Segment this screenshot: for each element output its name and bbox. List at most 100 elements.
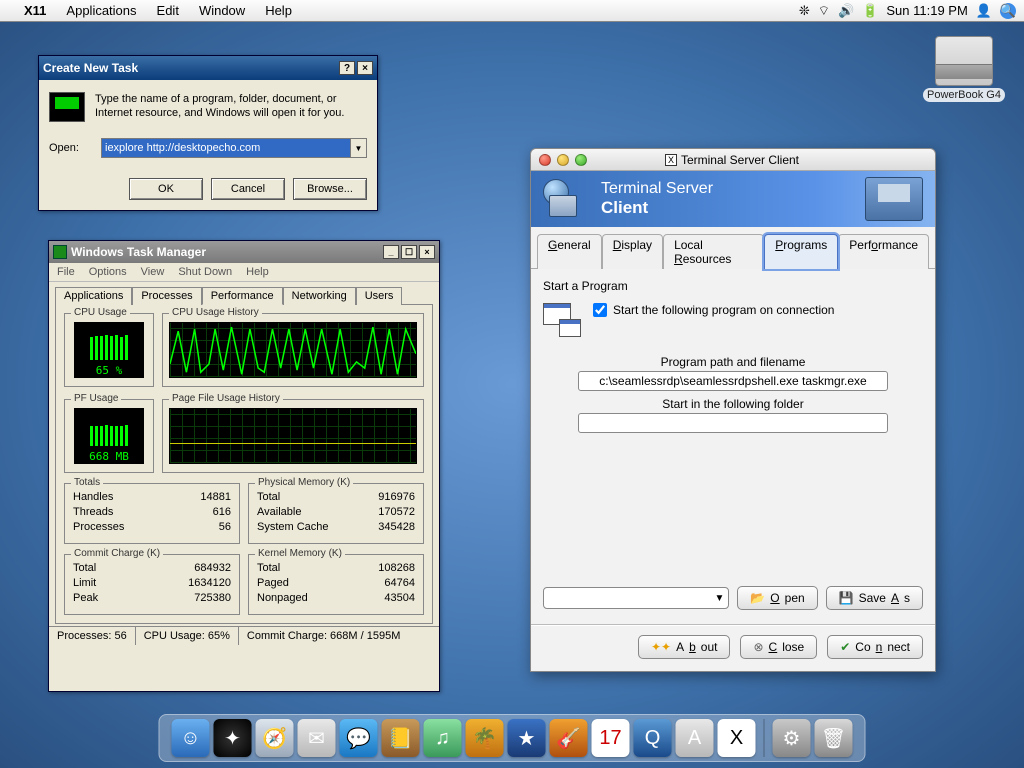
dock-iphoto[interactable]: 🌴 xyxy=(466,719,504,757)
menu-applications[interactable]: Applications xyxy=(56,3,146,18)
save-as-button[interactable]: 💾Save As xyxy=(826,586,923,610)
dock-mail[interactable]: ✉ xyxy=(298,719,336,757)
ts-tab-eneral[interactable]: General xyxy=(537,234,602,269)
bluetooth-icon[interactable]: ❊ xyxy=(799,3,810,19)
browse-button[interactable]: Browse... xyxy=(293,178,367,200)
ts-tab-isplay[interactable]: Display xyxy=(602,234,663,269)
start-program-checkbox[interactable]: Start the following program on connectio… xyxy=(593,303,834,317)
wifi-icon[interactable]: ⌔ xyxy=(818,3,830,19)
minimize-button[interactable]: _ xyxy=(383,245,399,259)
dock-imovie[interactable]: ★ xyxy=(508,719,546,757)
tm-menu-shutdown[interactable]: Shut Down xyxy=(178,266,232,278)
pf-usage-box: PF Usage 668 MB xyxy=(64,399,154,473)
tm-title: Windows Task Manager xyxy=(71,245,206,259)
open-button[interactable]: 📂Open xyxy=(737,586,817,610)
minimize-traffic-button[interactable] xyxy=(557,154,569,166)
maximize-button[interactable]: ☐ xyxy=(401,245,417,259)
volume-icon[interactable]: 🔊 xyxy=(838,3,854,19)
commit-label: Commit Charge (K) xyxy=(71,548,163,559)
create-new-task-dialog: Create New Task ? × Type the name of a p… xyxy=(38,55,378,211)
ts-tab-rograms[interactable]: Programs xyxy=(764,234,838,269)
help-button[interactable]: ? xyxy=(339,61,355,75)
desktop-drive[interactable]: PowerBook G4 xyxy=(922,36,1006,102)
dock-x11[interactable]: X xyxy=(718,719,756,757)
profile-combo[interactable]: ▼ xyxy=(543,587,729,609)
cpu-usage-box: CPU Usage 65 % xyxy=(64,313,154,387)
open-dropdown[interactable]: ▼ xyxy=(351,138,367,158)
kernel-label: Kernel Memory (K) xyxy=(255,548,345,559)
dock-ichat[interactable]: 💬 xyxy=(340,719,378,757)
tab-networking[interactable]: Networking xyxy=(283,287,356,305)
start-folder-input[interactable] xyxy=(578,413,888,433)
dock-addressbook[interactable]: 📒 xyxy=(382,719,420,757)
app-menu[interactable]: X11 xyxy=(14,3,56,18)
tab-users[interactable]: Users xyxy=(356,287,403,305)
close-button[interactable]: × xyxy=(419,245,435,259)
open-input[interactable] xyxy=(101,138,351,158)
close-button[interactable]: ⊗Close xyxy=(740,635,817,659)
close-button[interactable]: × xyxy=(357,61,373,75)
dialog-titlebar[interactable]: Create New Task ? × xyxy=(39,56,377,80)
ts-tab-rmance[interactable]: Performance xyxy=(838,234,929,269)
user-icon[interactable]: 👤 xyxy=(976,3,992,19)
cpu-value: 65 % xyxy=(96,364,123,377)
mac-titlebar[interactable]: XTerminal Server Client xyxy=(531,149,935,171)
tm-menu-options[interactable]: Options xyxy=(89,266,127,278)
dock-garageband[interactable]: 🎸 xyxy=(550,719,588,757)
star-icon: ✦✦ xyxy=(651,640,671,654)
menu-help[interactable]: Help xyxy=(255,3,302,18)
check-icon: ✔ xyxy=(840,640,850,654)
spotlight-icon[interactable]: 🔍 xyxy=(1000,3,1016,19)
menu-edit[interactable]: Edit xyxy=(147,3,189,18)
menubar: X11 Applications Edit Window Help ❊ ⌔ 🔊 … xyxy=(0,0,1024,22)
cpu-hist-label: CPU Usage History xyxy=(169,307,262,318)
dock-itunes[interactable]: ♫ xyxy=(424,719,462,757)
status-processes: Processes: 56 xyxy=(49,627,136,645)
dock-quicktime[interactable]: Q xyxy=(634,719,672,757)
ok-button[interactable]: OK xyxy=(129,178,203,200)
dock-appleworks[interactable]: A xyxy=(676,719,714,757)
dock-ical[interactable]: 17 xyxy=(592,719,630,757)
pf-history-box: Page File Usage History xyxy=(162,399,424,473)
dock: ☺✦🧭✉💬📒♫🌴★🎸17QAX ⚙🗑 xyxy=(159,714,866,762)
tm-menu-file[interactable]: File xyxy=(57,266,75,278)
dock-safari[interactable]: 🧭 xyxy=(256,719,294,757)
zoom-traffic-button[interactable] xyxy=(575,154,587,166)
commit-box: Commit Charge (K) Total684932 Limit16341… xyxy=(64,554,240,615)
cancel-button[interactable]: Cancel xyxy=(211,178,285,200)
programs-icon xyxy=(543,303,581,337)
connect-button[interactable]: ✔Connect xyxy=(827,635,923,659)
tab-processes[interactable]: Processes xyxy=(132,287,201,305)
tab-applications[interactable]: Applications xyxy=(55,287,132,305)
dock-trash[interactable]: 🗑 xyxy=(815,719,853,757)
physmem-box: Physical Memory (K) Total916976 Availabl… xyxy=(248,483,424,544)
cpu-label: CPU Usage xyxy=(71,307,130,318)
open-folder-icon: 📂 xyxy=(750,591,765,605)
dock-separator xyxy=(764,719,765,757)
hard-drive-icon xyxy=(935,36,993,86)
run-icon xyxy=(49,92,85,122)
ts-tab-esources[interactable]: Local Resources xyxy=(663,234,764,269)
clock[interactable]: Sun 11:19 PM xyxy=(886,3,967,18)
cpu-history-box: CPU Usage History xyxy=(162,313,424,387)
status-cpu: CPU Usage: 65% xyxy=(136,627,239,645)
tm-menu-help[interactable]: Help xyxy=(246,266,269,278)
tm-icon xyxy=(53,245,67,259)
tab-performance[interactable]: Performance xyxy=(202,287,283,305)
tm-titlebar[interactable]: Windows Task Manager _ ☐ × xyxy=(49,241,439,263)
terminal-server-client-window: XTerminal Server Client Terminal Server … xyxy=(530,148,936,672)
dock-finder[interactable]: ☺ xyxy=(172,719,210,757)
task-manager-window: Windows Task Manager _ ☐ × File Options … xyxy=(48,240,440,692)
menu-window[interactable]: Window xyxy=(189,3,255,18)
tm-statusbar: Processes: 56 CPU Usage: 65% Commit Char… xyxy=(49,626,439,645)
run-description: Type the name of a program, folder, docu… xyxy=(95,92,367,122)
start-program-checkbox-input[interactable] xyxy=(593,303,607,317)
dock-dashboard[interactable]: ✦ xyxy=(214,719,252,757)
start-folder-label: Start in the following folder xyxy=(543,397,923,411)
close-traffic-button[interactable] xyxy=(539,154,551,166)
about-button[interactable]: ✦✦About xyxy=(638,635,731,659)
battery-icon[interactable]: 🔋 xyxy=(862,3,878,19)
program-path-input[interactable] xyxy=(578,371,888,391)
tm-menu-view[interactable]: View xyxy=(141,266,165,278)
dock-system-preferences[interactable]: ⚙ xyxy=(773,719,811,757)
